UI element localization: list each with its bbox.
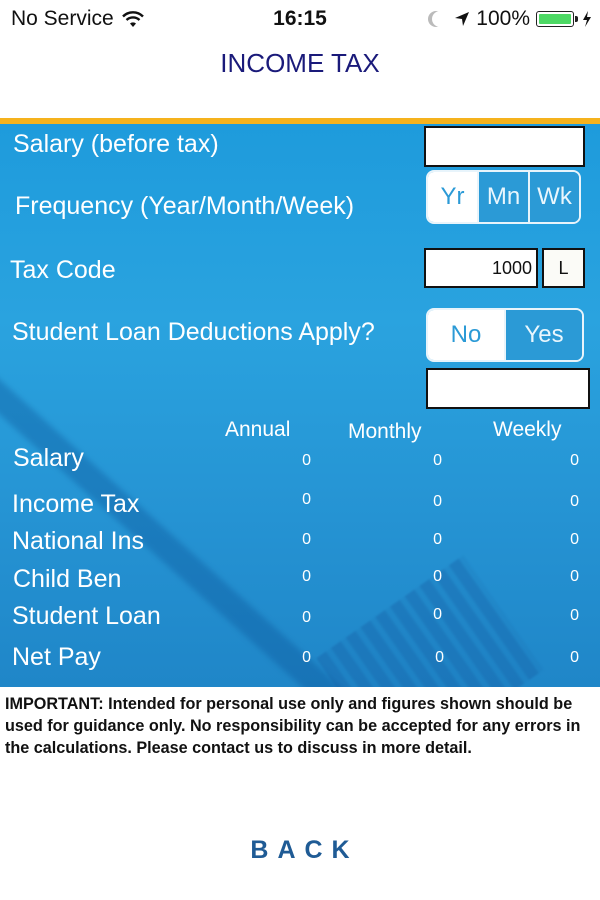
value-annual: 0 xyxy=(302,568,311,585)
value-monthly: 0 xyxy=(433,531,442,548)
salary-input[interactable] xyxy=(424,126,585,167)
column-header-monthly: Monthly xyxy=(348,420,422,443)
column-header-annual: Annual xyxy=(225,418,291,441)
value-annual: 0 xyxy=(302,531,311,548)
tax-code-suffix-input[interactable]: L xyxy=(542,248,585,288)
value-weekly: 0 xyxy=(570,649,579,666)
tax-code-input[interactable]: 1000 xyxy=(424,248,538,288)
value-weekly: 0 xyxy=(570,452,579,469)
column-header-weekly: Weekly xyxy=(493,418,562,441)
value-weekly: 0 xyxy=(570,531,579,548)
value-weekly: 0 xyxy=(570,493,579,510)
value-annual: 0 xyxy=(302,491,311,508)
value-monthly: 0 xyxy=(433,493,442,510)
frequency-option-week[interactable]: Wk xyxy=(528,172,579,222)
charging-bolt-icon xyxy=(583,11,591,27)
tax-code-label: Tax Code xyxy=(10,256,116,284)
value-annual: 0 xyxy=(302,649,311,666)
row-label: Student Loan xyxy=(12,602,161,630)
frequency-label: Frequency (Year/Month/Week) xyxy=(15,192,355,220)
salary-label: Salary (before tax) xyxy=(13,130,219,158)
value-monthly: 0 xyxy=(433,606,442,623)
status-bar: No Service 16:15 100% xyxy=(0,0,600,40)
row-label: Income Tax xyxy=(12,490,140,518)
back-button[interactable]: BACK xyxy=(0,836,600,865)
frequency-segmented-control: Yr Mn Wk xyxy=(426,170,581,224)
value-monthly: 0 xyxy=(433,452,442,469)
frequency-option-year[interactable]: Yr xyxy=(428,172,477,222)
location-arrow-icon xyxy=(455,12,470,26)
frequency-option-month[interactable]: Mn xyxy=(477,172,528,222)
battery-icon xyxy=(536,11,578,27)
value-monthly: 0 xyxy=(433,568,442,585)
row-label: National Ins xyxy=(12,527,145,555)
battery-percent: 100% xyxy=(476,7,530,30)
value-weekly: 0 xyxy=(570,568,579,585)
student-loan-option-yes[interactable]: Yes xyxy=(504,310,582,360)
row-label: Child Ben xyxy=(13,565,122,593)
value-monthly: 0 xyxy=(435,649,444,666)
value-weekly: 0 xyxy=(570,607,579,624)
student-loan-input[interactable] xyxy=(426,368,590,409)
row-label: Net Pay xyxy=(12,643,101,671)
moon-icon xyxy=(432,11,448,27)
student-loan-label: Student Loan Deductions Apply? xyxy=(12,318,375,346)
disclaimer-text: IMPORTANT: Intended for personal use onl… xyxy=(5,695,581,757)
value-annual: 0 xyxy=(302,609,311,626)
row-label: Salary xyxy=(13,444,84,472)
page-title: INCOME TAX xyxy=(220,48,380,78)
student-loan-option-no[interactable]: No xyxy=(428,310,504,360)
value-annual: 0 xyxy=(302,452,311,469)
calculator-panel: Salary (before tax) Frequency (Year/Mont… xyxy=(0,124,600,687)
student-loan-segmented-control: No Yes xyxy=(426,308,584,362)
